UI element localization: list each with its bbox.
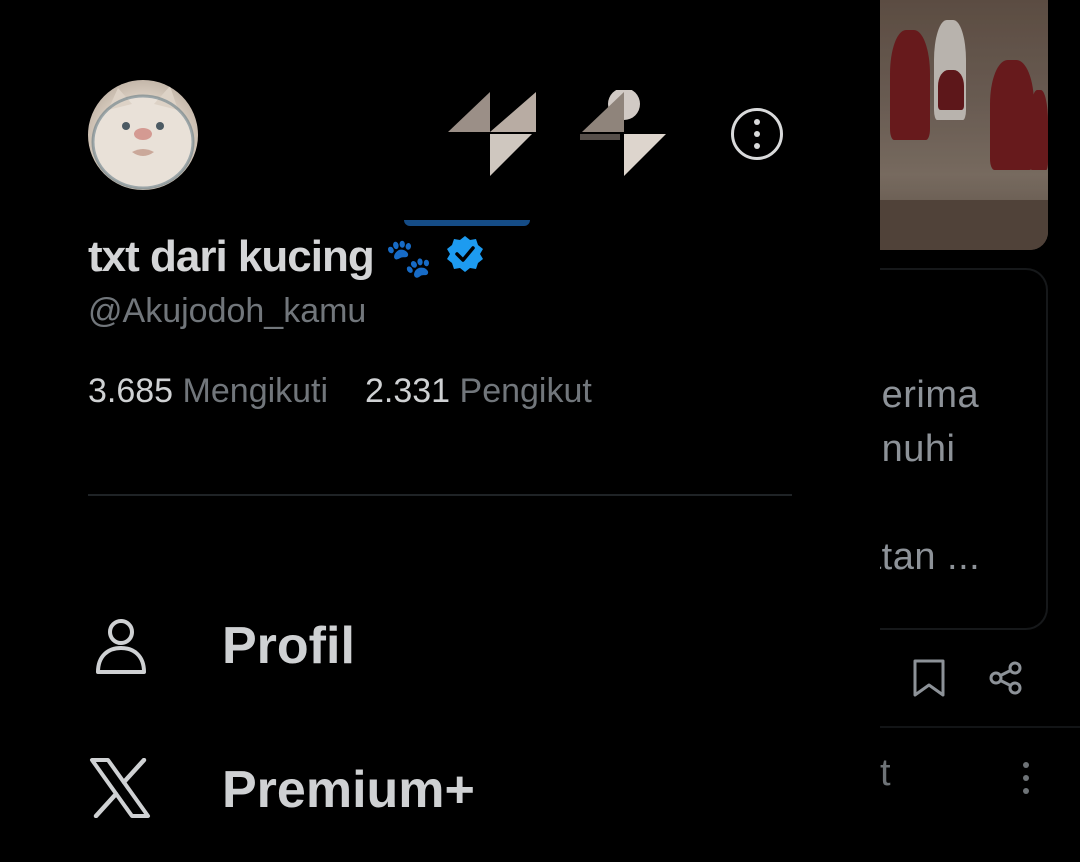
feed-divider — [880, 726, 1080, 728]
switch-account-icon[interactable] — [580, 88, 672, 183]
navigation-drawer: txt dari kucing 🐾 @Akujodoh_kamu 3.685 M… — [0, 0, 880, 862]
drawer-divider — [88, 494, 792, 496]
menu-item-label: Profil — [222, 617, 355, 675]
name-accent-line — [404, 220, 530, 226]
bookmark-icon[interactable] — [912, 658, 946, 703]
switch-account-icon[interactable] — [446, 90, 538, 183]
profile-handle: @Akujodoh_kamu — [88, 292, 367, 330]
paw-prints-emoji: 🐾 — [384, 238, 432, 280]
following-link[interactable]: 3.685 Mengikuti — [88, 372, 338, 410]
share-icon[interactable] — [988, 660, 1024, 701]
feed-partial-text: t — [880, 752, 892, 794]
followers-count: 2.331 — [364, 372, 451, 410]
person-icon — [88, 616, 154, 682]
followers-link[interactable]: 2.331 Pengikut — [365, 372, 592, 410]
verified-badge-icon — [445, 234, 485, 285]
menu-item-premium-plus[interactable]: Premium+ — [88, 756, 808, 846]
menu-item-label: Premium+ — [222, 761, 475, 819]
followers-label: Pengikut — [459, 372, 592, 410]
follow-stats: 3.685 Mengikuti 2.331 Pengikut — [88, 372, 592, 411]
profile-display-name[interactable]: txt dari kucing 🐾 — [88, 232, 485, 285]
following-count: 3.685 — [88, 372, 174, 410]
following-label: Mengikuti — [182, 372, 329, 410]
background-feed: nerima enuhi , atan ... t — [860, 0, 1080, 862]
display-name-text: txt dari kucing — [88, 232, 375, 281]
x-logo-icon — [88, 757, 154, 824]
menu-item-profile[interactable]: Profil — [88, 612, 808, 702]
more-vertical-icon[interactable] — [1020, 760, 1032, 801]
feed-quoted-card[interactable]: nerima enuhi , atan ... — [860, 268, 1048, 630]
feed-post-image[interactable] — [880, 0, 1048, 250]
more-options-icon[interactable] — [731, 108, 783, 160]
profile-avatar[interactable] — [88, 80, 198, 190]
